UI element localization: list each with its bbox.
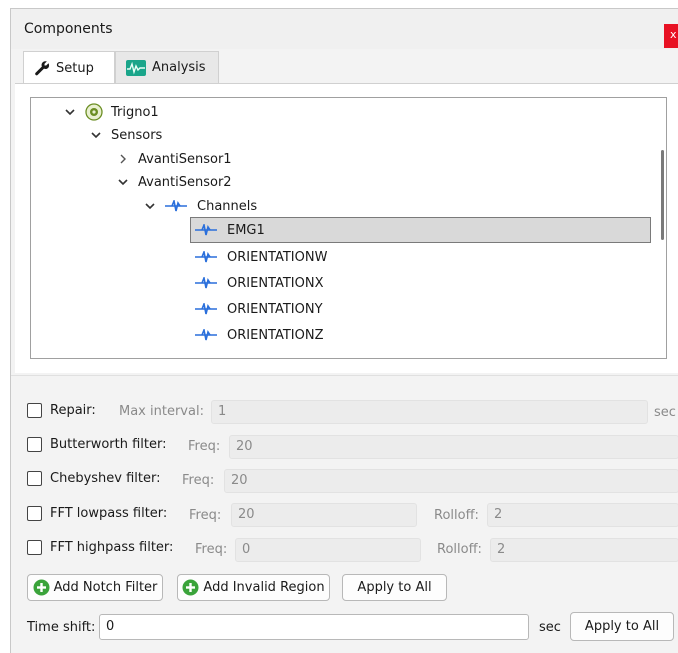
- tree-node-label: EMG1: [227, 222, 265, 238]
- components-window: Components x Setup Analysis Trigno1 Sens…: [10, 8, 678, 653]
- channel-icon: [195, 251, 217, 263]
- max-interval-input[interactable]: 1: [211, 400, 648, 424]
- window-title: Components: [24, 21, 113, 37]
- channel-icon: [165, 200, 187, 212]
- tab-setup[interactable]: Setup: [23, 51, 115, 84]
- title-bar: Components x: [11, 9, 678, 49]
- tree-node-label: ORIENTATIONZ: [227, 327, 324, 343]
- add-invalid-region-label: Add Invalid Region: [203, 580, 325, 595]
- component-tree[interactable]: Trigno1 Sensors AvantiSensor1 AvantiSens…: [30, 97, 667, 359]
- add-notch-filter-label: Add Notch Filter: [53, 580, 158, 595]
- fft-lowpass-rolloff-label: Rolloff:: [434, 508, 479, 523]
- close-icon: x: [670, 28, 677, 41]
- filter-panel: Repair: Max interval: 1 sec Butterworth …: [11, 375, 678, 653]
- channel-orientationz[interactable]: ORIENTATIONZ: [195, 324, 324, 346]
- fft-highpass-label: FFT highpass filter:: [50, 540, 174, 555]
- butterworth-checkbox[interactable]: [27, 437, 42, 452]
- repair-checkbox[interactable]: [27, 403, 42, 418]
- add-notch-filter-button[interactable]: Add Notch Filter: [27, 574, 163, 601]
- chebyshev-freq-label: Freq:: [182, 473, 215, 488]
- channel-icon: [195, 303, 217, 315]
- max-interval-unit: sec: [654, 405, 676, 420]
- butterworth-label: Butterworth filter:: [50, 437, 167, 452]
- fft-lowpass-freq-input[interactable]: 20: [231, 503, 417, 527]
- tree-node-label: Channels: [197, 198, 258, 214]
- tab-analysis-label: Analysis: [152, 60, 206, 75]
- analysis-icon: [126, 59, 146, 76]
- butterworth-freq-label: Freq:: [188, 439, 221, 454]
- tree-node-trigno1[interactable]: Trigno1: [64, 101, 159, 123]
- tree-node-label: AvantiSensor2: [138, 174, 232, 190]
- tree-node-label: ORIENTATIONW: [227, 249, 328, 265]
- wrench-icon: [35, 61, 50, 76]
- chevron-down-icon[interactable]: [64, 106, 76, 118]
- max-interval-label: Max interval:: [119, 404, 204, 419]
- setup-panel: Trigno1 Sensors AvantiSensor1 AvantiSens…: [15, 83, 678, 373]
- time-shift-input[interactable]: 0: [99, 614, 529, 640]
- apply-time-shift-to-all-button[interactable]: Apply to All: [570, 612, 674, 641]
- device-icon: [85, 103, 103, 121]
- tree-node-avantisensor1[interactable]: AvantiSensor1: [117, 148, 232, 170]
- fft-highpass-freq-input[interactable]: 0: [235, 538, 421, 562]
- apply-filters-to-all-button[interactable]: Apply to All: [342, 574, 447, 601]
- tree-node-label: Sensors: [111, 127, 163, 143]
- fft-lowpass-freq-label: Freq:: [189, 508, 222, 523]
- channel-orientationw[interactable]: ORIENTATIONW: [195, 246, 327, 268]
- fft-highpass-freq-label: Freq:: [195, 542, 228, 557]
- channel-emg1[interactable]: EMG1: [190, 217, 651, 243]
- time-shift-label: Time shift:: [27, 620, 96, 635]
- fft-highpass-checkbox[interactable]: [27, 540, 42, 555]
- fft-highpass-rolloff-label: Rolloff:: [437, 542, 482, 557]
- tree-node-sensors[interactable]: Sensors: [90, 124, 162, 146]
- plus-circle-icon: [33, 579, 50, 596]
- fft-lowpass-label: FFT lowpass filter:: [50, 506, 168, 521]
- channel-icon: [195, 277, 217, 289]
- close-button[interactable]: x: [664, 24, 678, 48]
- tree-node-label: AvantiSensor1: [138, 151, 232, 167]
- chevron-down-icon[interactable]: [144, 200, 156, 212]
- chebyshev-freq-input[interactable]: 20: [224, 469, 678, 493]
- butterworth-freq-input[interactable]: 20: [229, 435, 678, 459]
- add-invalid-region-button[interactable]: Add Invalid Region: [177, 574, 330, 601]
- time-shift-unit: sec: [539, 620, 561, 635]
- channel-icon: [195, 224, 217, 236]
- fft-lowpass-rolloff-input[interactable]: 2: [487, 503, 678, 527]
- channel-icon: [195, 329, 217, 341]
- tab-setup-label: Setup: [56, 60, 94, 76]
- tree-node-label: ORIENTATIONX: [227, 275, 324, 291]
- chevron-down-icon[interactable]: [117, 176, 129, 188]
- tab-analysis[interactable]: Analysis: [115, 51, 219, 83]
- tree-node-label: ORIENTATIONY: [227, 301, 323, 317]
- tree-scrollbar[interactable]: [661, 150, 664, 240]
- repair-label: Repair:: [50, 403, 96, 418]
- tree-node-label: Trigno1: [111, 104, 159, 120]
- plus-circle-icon: [182, 579, 199, 596]
- chevron-right-icon[interactable]: [117, 153, 129, 165]
- tree-node-channels[interactable]: Channels: [144, 195, 257, 217]
- fft-lowpass-checkbox[interactable]: [27, 506, 42, 521]
- chebyshev-label: Chebyshev filter:: [50, 471, 161, 486]
- chevron-down-icon[interactable]: [90, 129, 102, 141]
- chebyshev-checkbox[interactable]: [27, 471, 42, 486]
- fft-highpass-rolloff-input[interactable]: 2: [490, 538, 678, 562]
- channel-orientationy[interactable]: ORIENTATIONY: [195, 298, 323, 320]
- channel-orientationx[interactable]: ORIENTATIONX: [195, 272, 324, 294]
- tree-node-avantisensor2[interactable]: AvantiSensor2: [117, 171, 232, 193]
